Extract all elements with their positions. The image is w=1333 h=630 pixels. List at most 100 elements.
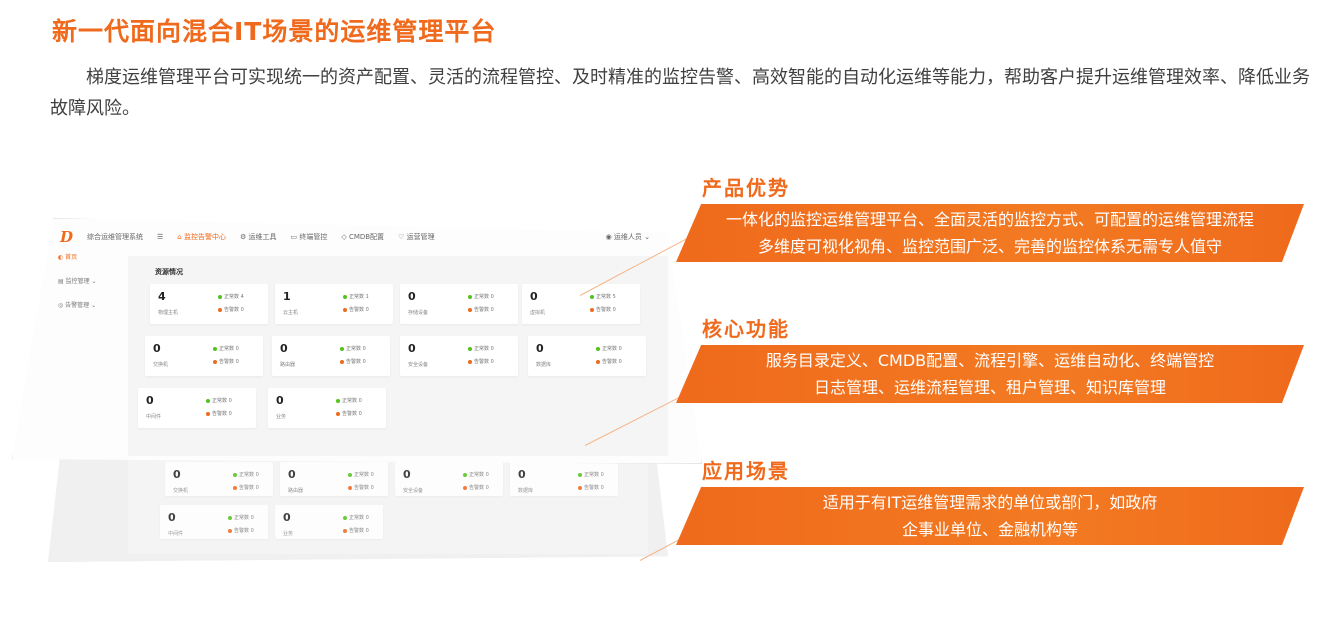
resource-card[interactable]: 0 安全设备 正常数 0 告警数 0 [400, 336, 518, 376]
status-ok-icon [578, 472, 582, 477]
alarm-stat: 告警数 0 [468, 358, 494, 365]
feature-line: 一体化的监控运维管理平台、全面灵活的监控方式、可配置的运维管理流程 [725, 210, 1254, 229]
mockup-sidebar: ◐ 首页 ▤ 监控管理 ⌄ ◎ 告警管理 ⌄ [58, 252, 118, 324]
normal-stat: 正常数 0 [468, 293, 494, 300]
status-alarm-icon [468, 307, 472, 312]
alarm-stat: 告警数 0 [213, 358, 239, 365]
alarm-stat: 告警数 0 [206, 410, 232, 417]
normal-stat: 正常数 0 [468, 345, 494, 352]
resource-card[interactable]: 0 虚拟机 正常数 5 告警数 0 [522, 284, 640, 324]
status-alarm-icon [213, 359, 217, 364]
menu-collapse-icon[interactable]: ☰ [157, 233, 163, 241]
resource-card[interactable]: 0 中间件 正常数 0 告警数 0 [138, 388, 256, 428]
resource-name: 安全设备 [408, 362, 429, 368]
resource-card[interactable]: 0 数据库 正常数 0 告警数 0 [510, 462, 618, 496]
resource-card[interactable]: 0 存储设备 正常数 0 告警数 0 [400, 284, 518, 324]
status-alarm-icon [590, 307, 594, 312]
status-ok-icon [343, 294, 347, 299]
alarm-stat: 告警数 0 [343, 527, 369, 534]
nav-monitor-alarm[interactable]: ⌂ 监控告警中心 [177, 232, 226, 242]
sidebar-item-alarm[interactable]: ◎ 告警管理 ⌄ [58, 300, 118, 324]
mockup-topbar: D 综合运维管理系统 ☰ ⌂ 监控告警中心 ⚙ 运维工具 ▭ 终端管控 ◇ CM… [60, 226, 650, 248]
resource-card[interactable]: 0 安全设备 正常数 0 告警数 0 [395, 462, 503, 496]
resource-card[interactable]: 0 交换机 正常数 0 告警数 0 [145, 336, 263, 376]
nav-label: 运营管理 [406, 233, 435, 241]
nav-cmdb[interactable]: ◇ CMDB配置 [341, 232, 384, 242]
normal-stat: 正常数 5 [590, 293, 616, 300]
resource-name: 交换机 [173, 488, 189, 494]
resource-name: 存储设备 [408, 310, 429, 316]
resource-count: 0 [280, 342, 288, 355]
status-alarm-icon [596, 359, 600, 364]
sidebar-item-label: 告警管理 [65, 302, 90, 309]
status-ok-icon [348, 472, 352, 477]
normal-stat: 正常数 4 [218, 293, 244, 300]
status-ok-icon [463, 472, 467, 477]
feature-banner-scenarios: 适用于有IT运维管理需求的单位或部门，如政府 企事业单位、金融机构等 [676, 487, 1304, 545]
sidebar-item-home[interactable]: ◐ 首页 [58, 252, 118, 276]
nav-ops-tools[interactable]: ⚙ 运维工具 [240, 232, 277, 242]
app-name: 综合运维管理系统 [87, 233, 144, 241]
resource-count: 0 [276, 394, 284, 407]
resource-card[interactable]: 0 路由器 正常数 0 告警数 0 [272, 336, 390, 376]
status-ok-icon [228, 515, 232, 520]
resource-card[interactable]: 0 数据库 正常数 0 告警数 0 [528, 336, 646, 376]
normal-stat: 正常数 0 [343, 514, 369, 521]
resource-name: 路由器 [280, 362, 296, 368]
resource-name: 安全设备 [403, 488, 424, 494]
resource-card[interactable]: 0 业务 正常数 0 告警数 0 [268, 388, 386, 428]
status-alarm-icon [233, 485, 237, 490]
resource-count: 0 [283, 511, 291, 524]
resource-count: 4 [158, 290, 166, 303]
resource-name: 业务 [276, 414, 287, 420]
sidebar-item-label: 首页 [65, 254, 78, 261]
alarm-stat: 告警数 0 [218, 306, 244, 313]
user-menu[interactable]: ◉ 运维人员 ⌄ [606, 232, 650, 242]
resource-name: 数据库 [536, 362, 552, 368]
resource-card[interactable]: 0 交换机 正常数 0 告警数 0 [165, 462, 273, 496]
normal-stat: 正常数 0 [578, 471, 604, 478]
normal-stat: 正常数 0 [463, 471, 489, 478]
status-alarm-icon [463, 485, 467, 490]
resource-card[interactable]: 0 路由器 正常数 0 告警数 0 [280, 462, 388, 496]
resource-name: 物理主机 [158, 310, 179, 316]
status-alarm-icon [343, 307, 347, 312]
status-ok-icon [468, 294, 472, 299]
status-ok-icon [213, 346, 217, 351]
app-logo-icon: D [60, 228, 74, 246]
feature-line: 日志管理、运维流程管理、租户管理、知识库管理 [813, 378, 1166, 397]
user-name: 运维人员 [613, 233, 642, 241]
nav-label: CMDB配置 [348, 233, 385, 241]
status-ok-icon [233, 472, 237, 477]
nav-operations[interactable]: ♡ 运营管理 [398, 232, 435, 242]
feature-heading-scenarios: 应用场景 [702, 459, 790, 483]
status-ok-icon [206, 398, 210, 403]
nav-terminal[interactable]: ▭ 终端管控 [290, 232, 327, 242]
resource-name: 交换机 [153, 362, 169, 368]
resource-count: 1 [283, 290, 291, 303]
status-alarm-icon [336, 411, 340, 416]
normal-stat: 正常数 0 [336, 397, 362, 404]
status-ok-icon [343, 515, 347, 520]
resource-name: 路由器 [288, 488, 304, 494]
resource-count: 0 [288, 468, 296, 481]
feature-line: 企事业单位、金融机构等 [901, 520, 1078, 539]
nav-label: 监控告警中心 [183, 233, 226, 241]
sidebar-item-monitor[interactable]: ▤ 监控管理 ⌄ [58, 276, 118, 300]
status-alarm-icon [343, 528, 347, 533]
normal-stat: 正常数 1 [343, 293, 369, 300]
section-title: 资源情况 [155, 268, 183, 276]
resource-card[interactable]: 1 云主机 正常数 1 告警数 0 [275, 284, 393, 324]
normal-stat: 正常数 0 [206, 397, 232, 404]
resource-count: 0 [518, 468, 526, 481]
resource-card[interactable]: 0 中间件 正常数 0 告警数 0 [160, 505, 268, 539]
resource-count: 0 [403, 468, 411, 481]
feature-banner-core: 服务目录定义、CMDB配置、流程引擎、运维自动化、终端管控 日志管理、运维流程管… [676, 345, 1304, 403]
resource-card[interactable]: 0 业务 正常数 0 告警数 0 [275, 505, 383, 539]
status-ok-icon [340, 346, 344, 351]
alarm-stat: 告警数 0 [468, 306, 494, 313]
status-alarm-icon [348, 485, 352, 490]
resource-card[interactable]: 4 物理主机 正常数 4 告警数 0 [150, 284, 268, 324]
normal-stat: 正常数 0 [233, 471, 259, 478]
status-alarm-icon [218, 307, 222, 312]
